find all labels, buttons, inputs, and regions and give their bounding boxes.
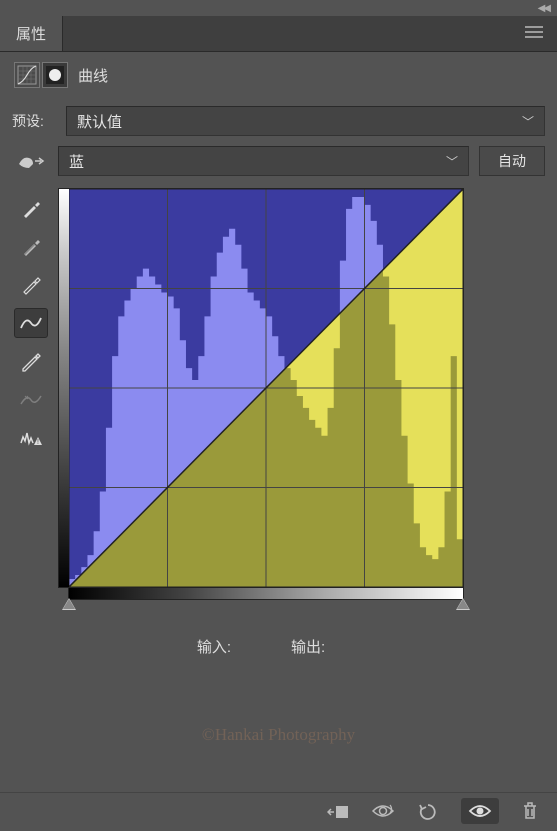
curve-box[interactable]: [58, 188, 464, 588]
clip-warning-icon[interactable]: !: [14, 422, 48, 452]
io-row: 输入: 输出:: [58, 618, 464, 675]
eyedropper-white-icon[interactable]: [14, 270, 48, 300]
tab-label: 属性: [16, 23, 46, 44]
adjustment-type-label: 曲线: [78, 65, 108, 86]
targeted-adjust-icon[interactable]: [12, 147, 48, 175]
output-gradient: [59, 189, 69, 587]
white-point-slider[interactable]: [456, 598, 470, 610]
reset-icon[interactable]: [417, 802, 439, 820]
preset-row: 预设: 默认值 ﹀: [0, 102, 557, 144]
view-previous-icon[interactable]: [371, 803, 395, 819]
input-gradient: [68, 588, 464, 600]
pencil-tool-icon[interactable]: [14, 346, 48, 376]
channel-dropdown[interactable]: 蓝 ﹀: [58, 146, 469, 176]
chevron-down-icon: ﹀: [522, 113, 534, 130]
panel-menu-icon[interactable]: [511, 25, 557, 43]
smooth-tool-icon[interactable]: [14, 384, 48, 414]
preset-label: 预设:: [12, 111, 58, 131]
slider-track: [68, 600, 464, 618]
bottom-bar: [0, 792, 557, 828]
channel-row: 蓝 ﹀ 自动: [0, 144, 557, 184]
tab-properties[interactable]: 属性: [0, 16, 63, 51]
collapse-icon[interactable]: ◀◀: [538, 3, 549, 14]
curve-plot[interactable]: [69, 189, 463, 587]
preset-dropdown[interactable]: 默认值 ﹀: [66, 106, 545, 136]
delete-icon[interactable]: [521, 801, 539, 821]
curves-adj-icon[interactable]: [14, 62, 40, 88]
toggle-visibility-icon[interactable]: [461, 798, 499, 824]
output-label: 输出:: [291, 636, 325, 657]
curves-main: ! 输入: 输出:: [0, 184, 557, 675]
curve-container: 输入: 输出:: [58, 188, 464, 675]
input-label: 输入:: [197, 636, 231, 657]
channel-value: 蓝: [69, 151, 84, 172]
titlebar: ◀◀: [0, 0, 557, 16]
curve-point-tool-icon[interactable]: [14, 308, 48, 338]
eyedropper-gray-icon[interactable]: [14, 232, 48, 262]
clip-to-layer-icon[interactable]: [327, 802, 349, 820]
curves-tool-column: !: [12, 188, 50, 675]
mask-icon[interactable]: [42, 62, 68, 88]
auto-button[interactable]: 自动: [479, 146, 545, 176]
black-point-slider[interactable]: [62, 598, 76, 610]
svg-text:!: !: [37, 439, 39, 446]
adjustment-icons: [14, 62, 68, 88]
tab-row: 属性: [0, 16, 557, 52]
auto-button-label: 自动: [498, 153, 526, 169]
preset-value: 默认值: [77, 111, 122, 132]
chevron-down-icon: ﹀: [446, 153, 458, 170]
adjustment-type-row: 曲线: [0, 52, 557, 102]
watermark: ©Hankai Photography: [0, 675, 557, 745]
eyedropper-black-icon[interactable]: [14, 194, 48, 224]
